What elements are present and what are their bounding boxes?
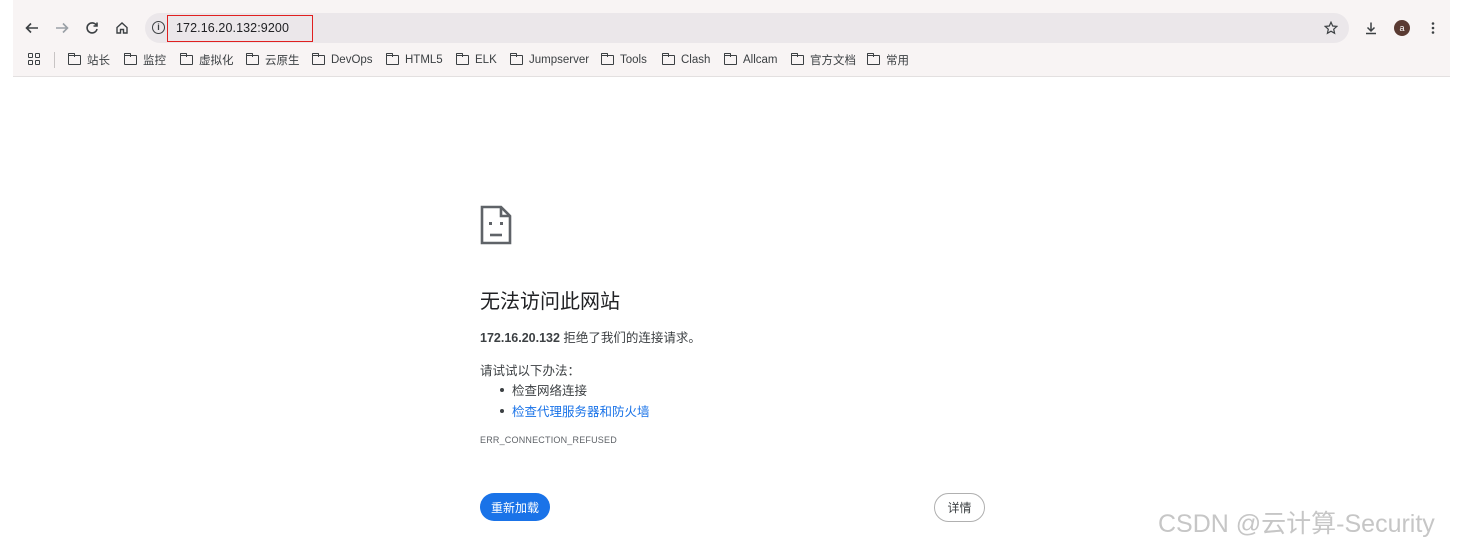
bookmark-label: Tools — [620, 54, 647, 66]
folder-icon — [509, 52, 523, 65]
url-text[interactable]: 172.16.20.132:9200 — [176, 21, 289, 35]
folder-icon — [790, 52, 804, 65]
folder-icon — [723, 52, 737, 65]
error-code: ERR_CONNECTION_REFUSED — [480, 435, 617, 445]
avatar[interactable]: a — [1394, 20, 1410, 36]
bullet-icon — [500, 387, 504, 392]
folder-icon — [67, 52, 81, 65]
bookmarks-bar: 站长 监控 虚拟化 云原生 DevOps HTML5 ELK Jumpserve… — [13, 49, 1450, 71]
info-icon[interactable]: i — [152, 21, 165, 34]
bookmark-folder[interactable]: ELK — [455, 51, 497, 69]
details-button[interactable]: 详情 — [934, 493, 985, 522]
bookmark-label: 常用 — [886, 55, 909, 67]
folder-icon — [455, 52, 469, 65]
reload-button[interactable]: 重新加载 — [480, 493, 550, 521]
browser-chrome: i 172.16.20.132:9200 a 站长 监控 虚拟化 云原生 Dev… — [13, 0, 1450, 77]
bookmark-label: 官方文档 — [810, 55, 856, 67]
folder-icon — [179, 52, 193, 65]
bookmark-label: Allcam — [743, 54, 778, 66]
suggestions-heading: 请试试以下办法： — [480, 364, 581, 378]
folder-icon — [385, 52, 399, 65]
bookmark-label: 云原生 — [265, 55, 300, 67]
folder-icon — [311, 52, 325, 65]
bookmark-label: Jumpserver — [529, 54, 590, 66]
folder-icon — [866, 52, 880, 65]
bookmark-label: ELK — [475, 54, 497, 66]
suggestion-link-text[interactable]: 检查代理服务器和防火墙 — [512, 401, 650, 420]
bookmark-folder[interactable]: 站长 — [67, 51, 110, 69]
folder-icon — [123, 52, 137, 65]
error-description-text: 拒绝了我们的连接请求。 — [559, 331, 701, 345]
error-description: 172.16.20.132 拒绝了我们的连接请求。 — [480, 327, 701, 346]
address-bar[interactable]: i 172.16.20.132:9200 — [145, 13, 1349, 43]
bookmark-folder[interactable]: Jumpserver — [509, 51, 590, 69]
bookmark-folder[interactable]: Clash — [661, 51, 711, 69]
star-icon[interactable] — [1318, 15, 1344, 41]
bookmark-folder[interactable]: HTML5 — [385, 51, 443, 69]
bookmark-folder[interactable]: 虚拟化 — [179, 51, 234, 69]
bookmark-label: 站长 — [87, 55, 110, 67]
bullet-icon — [500, 408, 504, 413]
folder-icon — [661, 52, 675, 65]
bookmark-separator — [54, 52, 55, 68]
bookmark-label: 监控 — [143, 55, 166, 67]
bookmark-folder[interactable]: Allcam — [723, 51, 778, 69]
bookmark-folder[interactable]: DevOps — [311, 51, 373, 69]
folder-icon — [600, 52, 614, 65]
browser-toolbar: i 172.16.20.132:9200 a — [13, 11, 1450, 45]
bookmark-label: DevOps — [331, 54, 373, 66]
suggestion-link[interactable]: 检查代理服务器和防火墙 — [500, 401, 650, 420]
error-host: 172.16.20.132 — [480, 331, 560, 345]
download-icon[interactable] — [1358, 15, 1384, 41]
home-icon[interactable] — [109, 15, 135, 41]
suggestion-text: 检查网络连接 — [512, 384, 588, 398]
reload-icon[interactable] — [79, 15, 105, 41]
sad-page-icon — [480, 205, 512, 245]
back-icon[interactable] — [19, 15, 45, 41]
suggestion-item: 检查网络连接 — [500, 380, 587, 399]
menu-dots-icon[interactable] — [1420, 15, 1446, 41]
apps-grid-icon[interactable] — [28, 53, 41, 66]
bookmark-folder[interactable]: 常用 — [866, 51, 909, 69]
forward-icon[interactable] — [49, 15, 75, 41]
bookmark-folder[interactable]: 官方文档 — [790, 51, 856, 69]
bookmark-folder[interactable]: Tools — [600, 51, 647, 69]
bookmark-folder[interactable]: 云原生 — [245, 51, 300, 69]
error-title: 无法访问此网站 — [480, 291, 620, 313]
folder-icon — [245, 52, 259, 65]
bookmark-label: HTML5 — [405, 54, 443, 66]
bookmark-label: Clash — [681, 54, 711, 66]
bookmark-label: 虚拟化 — [199, 55, 234, 67]
bookmark-folder[interactable]: 监控 — [123, 51, 166, 69]
watermark: CSDN @云计算-Security — [1158, 510, 1435, 538]
